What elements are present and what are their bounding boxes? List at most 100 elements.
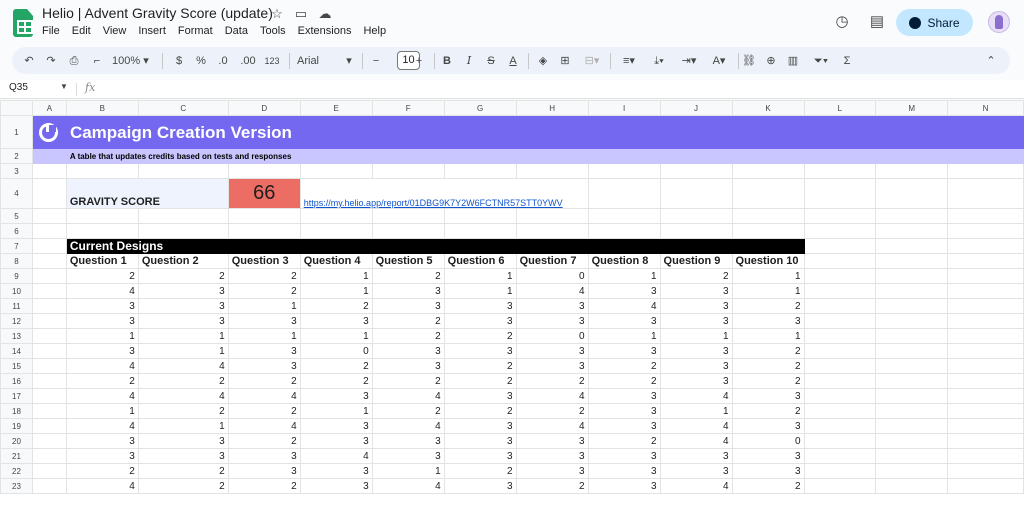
cell[interactable] [137, 208, 229, 224]
column-header[interactable]: E [299, 100, 373, 116]
sheets-logo-icon[interactable] [13, 9, 33, 37]
score-cell[interactable]: 3 [227, 343, 301, 359]
cell[interactable] [875, 418, 949, 434]
cell[interactable] [299, 223, 373, 239]
cell[interactable] [947, 268, 1024, 284]
score-cell[interactable]: 3 [443, 478, 517, 494]
question-header[interactable]: Question 10 [731, 253, 805, 269]
score-cell[interactable]: 3 [371, 298, 445, 314]
row-header[interactable]: 10 [0, 283, 33, 299]
paint-format-icon[interactable]: ⌐ [90, 53, 104, 69]
question-header[interactable]: Question 9 [659, 253, 733, 269]
score-cell[interactable]: 2 [137, 403, 229, 419]
score-cell[interactable]: 1 [227, 298, 301, 314]
cell[interactable] [947, 418, 1024, 434]
cell[interactable] [227, 223, 301, 239]
cell[interactable] [31, 448, 67, 464]
menu-extensions[interactable]: Extensions [298, 25, 352, 37]
score-cell[interactable]: 3 [227, 358, 301, 374]
score-cell[interactable]: 4 [65, 478, 139, 494]
cell[interactable] [443, 163, 517, 179]
score-cell[interactable]: 3 [137, 433, 229, 449]
italic-icon[interactable]: I [462, 53, 476, 69]
score-cell[interactable]: 3 [299, 478, 373, 494]
cell[interactable] [875, 208, 949, 224]
zoom-select[interactable]: 100% ▾ [112, 53, 149, 69]
score-cell[interactable]: 3 [731, 463, 805, 479]
row-header[interactable]: 3 [0, 163, 33, 179]
menu-file[interactable]: File [42, 25, 60, 37]
cell[interactable] [803, 478, 877, 494]
score-cell[interactable]: 1 [731, 268, 805, 284]
score-cell[interactable]: 3 [587, 463, 661, 479]
bold-icon[interactable]: B [440, 53, 454, 69]
score-cell[interactable]: 3 [515, 448, 589, 464]
version-history-icon[interactable]: ◷ [834, 14, 850, 30]
question-header[interactable]: Question 3 [227, 253, 301, 269]
cell[interactable] [803, 403, 877, 419]
cell[interactable] [875, 403, 949, 419]
score-cell[interactable]: 2 [443, 358, 517, 374]
score-cell[interactable]: 1 [65, 328, 139, 344]
score-cell[interactable]: 3 [515, 343, 589, 359]
cell[interactable] [731, 178, 805, 209]
score-cell[interactable]: 3 [137, 283, 229, 299]
strikethrough-icon[interactable]: S [484, 53, 498, 69]
score-cell[interactable]: 3 [137, 448, 229, 464]
score-cell[interactable]: 4 [659, 433, 733, 449]
cell[interactable] [947, 463, 1024, 479]
score-cell[interactable]: 3 [731, 448, 805, 464]
score-cell[interactable]: 4 [227, 418, 301, 434]
percent-format-button[interactable]: % [194, 53, 208, 69]
score-cell[interactable]: 1 [299, 403, 373, 419]
score-cell[interactable]: 2 [443, 373, 517, 389]
text-wrapping-icon[interactable]: ⇥▾ [678, 53, 700, 69]
column-header[interactable]: I [587, 100, 661, 116]
cell[interactable] [659, 223, 733, 239]
cell[interactable] [875, 343, 949, 359]
cell[interactable] [31, 238, 67, 254]
cell[interactable] [947, 448, 1024, 464]
score-cell[interactable]: 2 [299, 373, 373, 389]
score-cell[interactable]: 0 [515, 328, 589, 344]
score-cell[interactable]: 4 [515, 418, 589, 434]
cell[interactable] [137, 223, 229, 239]
score-cell[interactable]: 3 [587, 418, 661, 434]
score-cell[interactable]: 3 [587, 388, 661, 404]
score-cell[interactable]: 2 [227, 478, 301, 494]
score-cell[interactable]: 2 [137, 478, 229, 494]
cell[interactable] [803, 163, 877, 179]
menu-insert[interactable]: Insert [138, 25, 166, 37]
question-header[interactable]: Question 7 [515, 253, 589, 269]
cell[interactable] [31, 298, 67, 314]
cell[interactable] [947, 283, 1024, 299]
menu-tools[interactable]: Tools [260, 25, 286, 37]
fill-color-icon[interactable]: ◈ [536, 53, 550, 69]
row-header[interactable]: 8 [0, 253, 33, 269]
score-cell[interactable]: 2 [227, 433, 301, 449]
row-header[interactable]: 6 [0, 223, 33, 239]
score-cell[interactable]: 2 [299, 298, 373, 314]
cell[interactable] [371, 163, 445, 179]
score-cell[interactable]: 4 [659, 418, 733, 434]
score-cell[interactable]: 4 [515, 388, 589, 404]
score-cell[interactable]: 1 [659, 328, 733, 344]
score-cell[interactable]: 3 [587, 313, 661, 329]
column-header[interactable]: F [371, 100, 445, 116]
score-cell[interactable]: 3 [587, 478, 661, 494]
score-cell[interactable]: 2 [659, 268, 733, 284]
score-cell[interactable]: 3 [65, 298, 139, 314]
score-cell[interactable]: 4 [371, 478, 445, 494]
score-cell[interactable]: 4 [65, 358, 139, 374]
score-cell[interactable]: 2 [227, 373, 301, 389]
score-cell[interactable]: 4 [137, 388, 229, 404]
menu-data[interactable]: Data [225, 25, 248, 37]
name-box-caret-icon[interactable]: ▼ [60, 82, 68, 91]
menu-help[interactable]: Help [363, 25, 386, 37]
report-link[interactable]: https://my.helio.app/report/01DBG9K7Y2W6… [299, 178, 589, 209]
cell[interactable] [875, 253, 949, 269]
score-cell[interactable]: 3 [515, 298, 589, 314]
question-header[interactable]: Question 8 [587, 253, 661, 269]
cell[interactable] [31, 208, 67, 224]
score-cell[interactable]: 2 [731, 298, 805, 314]
